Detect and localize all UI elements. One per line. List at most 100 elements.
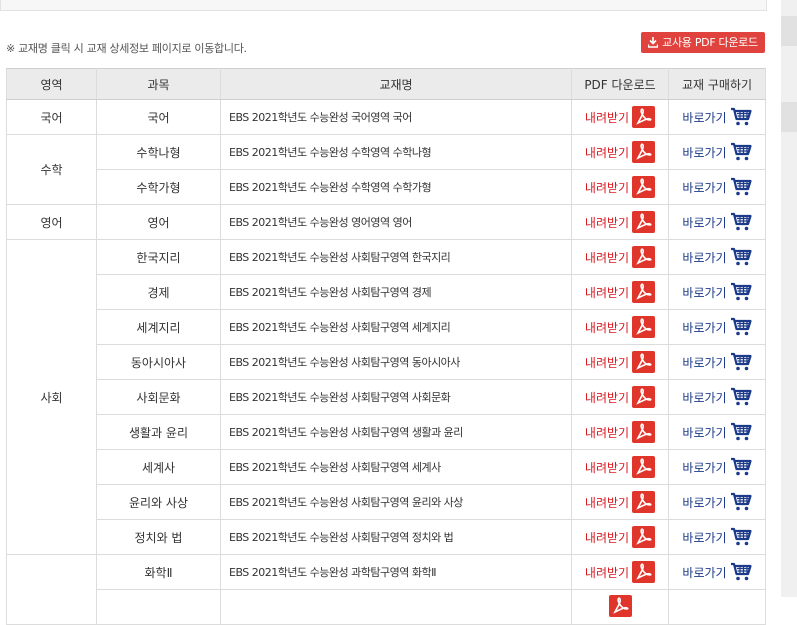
pdf-icon: [632, 211, 656, 233]
buy-link[interactable]: 바로가기: [682, 352, 752, 372]
subject-cell: 영어: [96, 204, 221, 240]
pdf-icon: [632, 246, 656, 268]
side-button[interactable]: [781, 102, 797, 132]
header-area: 영역: [6, 68, 97, 100]
buy-link[interactable]: 바로가기: [682, 422, 752, 442]
download-link[interactable]: 내려받기: [584, 526, 656, 548]
buy-link[interactable]: 바로가기: [682, 317, 752, 337]
title-link[interactable]: EBS 2021학년도 수능완성 사회탐구영역 동아시아사: [220, 344, 572, 380]
download-link[interactable]: 내려받기: [585, 456, 656, 478]
subject-cell: 정치와 법: [96, 519, 221, 555]
buy-label: 바로가기: [682, 495, 727, 510]
cart-icon: [730, 352, 752, 372]
table-row-partial: [7, 589, 766, 625]
download-link[interactable]: 내려받기: [585, 491, 656, 513]
download-link[interactable]: 내려받기: [584, 386, 656, 408]
download-label: 내려받기: [584, 355, 630, 370]
buy-link[interactable]: 바로가기: [682, 492, 752, 512]
pdf-cell: 내려받기: [571, 379, 669, 415]
download-label: 내려받기: [584, 390, 630, 405]
teacher-pdf-download-button[interactable]: 교사용 PDF 다운로드: [641, 32, 765, 53]
pdf-icon: [632, 141, 656, 163]
buy-link[interactable]: 바로가기: [682, 282, 752, 302]
download-link[interactable]: 내려받기: [585, 281, 656, 303]
download-label: 내려받기: [584, 250, 630, 265]
download-label: 내려받기: [584, 180, 630, 195]
buy-link[interactable]: 바로가기: [682, 562, 752, 582]
buy-link[interactable]: 바로가기: [682, 142, 752, 162]
pdf-cell: 내려받기: [571, 169, 669, 205]
buy-label: 바로가기: [682, 355, 727, 370]
buy-label: 바로가기: [682, 215, 727, 230]
download-link[interactable]: 내려받기: [584, 316, 656, 338]
title-link[interactable]: EBS 2021학년도 수능완성 수학영역 수학가형: [220, 169, 572, 205]
table-row: 사회 한국지리 EBS 2021학년도 수능완성 사회탐구영역 한국지리 내려받…: [6, 239, 766, 555]
table-row: 윤리와 사상 EBS 2021학년도 수능완성 사회탐구영역 윤리와 사상 내려…: [7, 484, 766, 520]
cart-icon: [730, 247, 752, 267]
download-link[interactable]: 내려받기: [584, 176, 656, 198]
download-link[interactable]: 내려받기: [585, 421, 656, 443]
title-link[interactable]: EBS 2021학년도 수능완성 사회탐구영역 세계사: [220, 449, 572, 485]
table-row: 세계지리 EBS 2021학년도 수능완성 사회탐구영역 세계지리 내려받기 바…: [7, 309, 766, 345]
download-label: 내려받기: [584, 565, 630, 580]
download-label: 내려받기: [584, 320, 630, 335]
cart-icon: [730, 387, 752, 407]
download-link[interactable]: 내려받기: [584, 351, 656, 373]
download-icon: [647, 34, 659, 55]
buy-link[interactable]: 바로가기: [682, 387, 752, 407]
buy-cell: 바로가기: [668, 554, 766, 590]
cart-icon: [730, 457, 752, 477]
title-link[interactable]: EBS 2021학년도 수능완성 과학탐구영역 화학Ⅱ: [220, 554, 572, 590]
title-link[interactable]: EBS 2021학년도 수능완성 사회탐구영역 윤리와 사상: [220, 484, 572, 520]
download-link[interactable]: 내려받기: [585, 106, 656, 128]
table-row: 영어 영어 EBS 2021학년도 수능완성 영어영역 영어 내려받기 바로가기: [6, 204, 766, 240]
top-panel: [0, 0, 767, 11]
buy-link[interactable]: 바로가기: [682, 247, 752, 267]
table-row: 세계사 EBS 2021학년도 수능완성 사회탐구영역 세계사 내려받기 바로가…: [7, 449, 766, 485]
subject-cell: 경제: [96, 274, 221, 310]
table-row: 정치와 법 EBS 2021학년도 수능완성 사회탐구영역 정치와 법 내려받기…: [7, 519, 766, 555]
area-cell: [6, 554, 97, 625]
download-label: 내려받기: [584, 530, 630, 545]
pdf-icon: [632, 281, 656, 303]
download-link[interactable]: [608, 594, 632, 617]
buy-cell: 바로가기: [668, 169, 766, 205]
table-row: 사회문화 EBS 2021학년도 수능완성 사회탐구영역 사회문화 내려받기 바…: [7, 379, 766, 415]
title-link[interactable]: EBS 2021학년도 수능완성 사회탐구영역 사회문화: [220, 379, 572, 415]
buy-label: 바로가기: [682, 565, 727, 580]
buy-cell: 바로가기: [668, 239, 766, 275]
buy-link[interactable]: 바로가기: [682, 527, 752, 547]
header-buy: 교재 구매하기: [668, 68, 766, 100]
buy-cell: 바로가기: [668, 519, 766, 555]
buy-link[interactable]: 바로가기: [682, 107, 752, 127]
title-link[interactable]: EBS 2021학년도 수능완성 사회탐구영역 생활과 윤리: [220, 414, 572, 450]
buy-cell: 바로가기: [668, 414, 766, 450]
buy-link[interactable]: 바로가기: [682, 177, 752, 197]
title-link[interactable]: EBS 2021학년도 수능완성 국어영역 국어: [220, 99, 572, 135]
title-link[interactable]: EBS 2021학년도 수능완성 수학영역 수학나형: [220, 134, 572, 170]
title-link[interactable]: EBS 2021학년도 수능완성 사회탐구영역 세계지리: [220, 309, 572, 345]
side-button[interactable]: [781, 16, 797, 46]
pdf-cell: 내려받기: [571, 414, 669, 450]
buy-label: 바로가기: [682, 320, 727, 335]
title-link[interactable]: EBS 2021학년도 수능완성 사회탐구영역 한국지리: [220, 239, 572, 275]
table-row: 수학 수학나형 EBS 2021학년도 수능완성 수학영역 수학나형 내려받기 …: [6, 134, 766, 205]
buy-link[interactable]: 바로가기: [682, 212, 752, 232]
title-link[interactable]: EBS 2021학년도 수능완성 사회탐구영역 경제: [220, 274, 572, 310]
buy-cell: 바로가기: [668, 204, 766, 240]
download-link[interactable]: 내려받기: [585, 211, 656, 233]
title-link[interactable]: EBS 2021학년도 수능완성 영어영역 영어: [220, 204, 572, 240]
pdf-cell: 내려받기: [571, 519, 669, 555]
table-row: 국어 국어 EBS 2021학년도 수능완성 국어영역 국어 내려받기 바로가기: [6, 99, 766, 135]
buy-link[interactable]: 바로가기: [682, 457, 752, 477]
buy-cell: [668, 589, 766, 625]
download-link[interactable]: 내려받기: [585, 141, 656, 163]
header-title: 교재명: [220, 68, 572, 100]
notice-text: ※ 교재명 클릭 시 교재 상세정보 페이지로 이동합니다.: [6, 42, 247, 55]
table-row: 화학Ⅱ EBS 2021학년도 수능완성 과학탐구영역 화학Ⅱ 내려받기 바로가…: [6, 554, 766, 625]
download-link[interactable]: 내려받기: [584, 561, 656, 583]
subject-cell: 한국지리: [96, 239, 221, 275]
buy-cell: 바로가기: [668, 484, 766, 520]
title-link[interactable]: EBS 2021학년도 수능완성 사회탐구영역 정치와 법: [220, 519, 572, 555]
download-link[interactable]: 내려받기: [584, 246, 656, 268]
